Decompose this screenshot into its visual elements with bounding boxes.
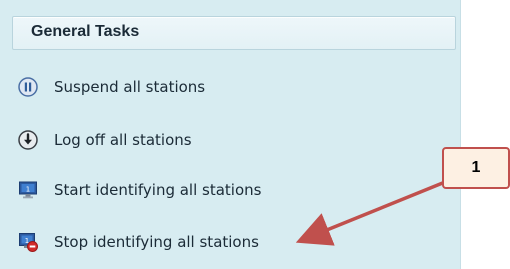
panel-header: General Tasks (12, 16, 456, 50)
task-label: Suspend all stations (54, 78, 206, 96)
callout-number: 1 (471, 159, 481, 176)
suspend-all-stations-link[interactable]: Suspend all stations (18, 72, 205, 102)
logoff-icon (18, 130, 38, 150)
stop-identifying-all-stations-link[interactable]: 1 Stop identifying all stations (18, 227, 259, 257)
log-off-all-stations-link[interactable]: Log off all stations (18, 125, 192, 155)
monitor-identify-icon: 1 (18, 180, 38, 200)
svg-text:1: 1 (26, 186, 30, 194)
pause-icon (18, 77, 38, 97)
task-label: Log off all stations (54, 131, 192, 149)
general-tasks-panel: General Tasks Suspend all stations Log o… (0, 0, 461, 269)
task-label: Start identifying all stations (54, 181, 262, 199)
callout-box: 1 (442, 147, 510, 189)
panel-title: General Tasks (31, 23, 140, 40)
task-label: Stop identifying all stations (54, 233, 259, 251)
start-identifying-all-stations-link[interactable]: 1 Start identifying all stations (18, 175, 261, 205)
monitor-stop-icon: 1 (18, 232, 38, 252)
